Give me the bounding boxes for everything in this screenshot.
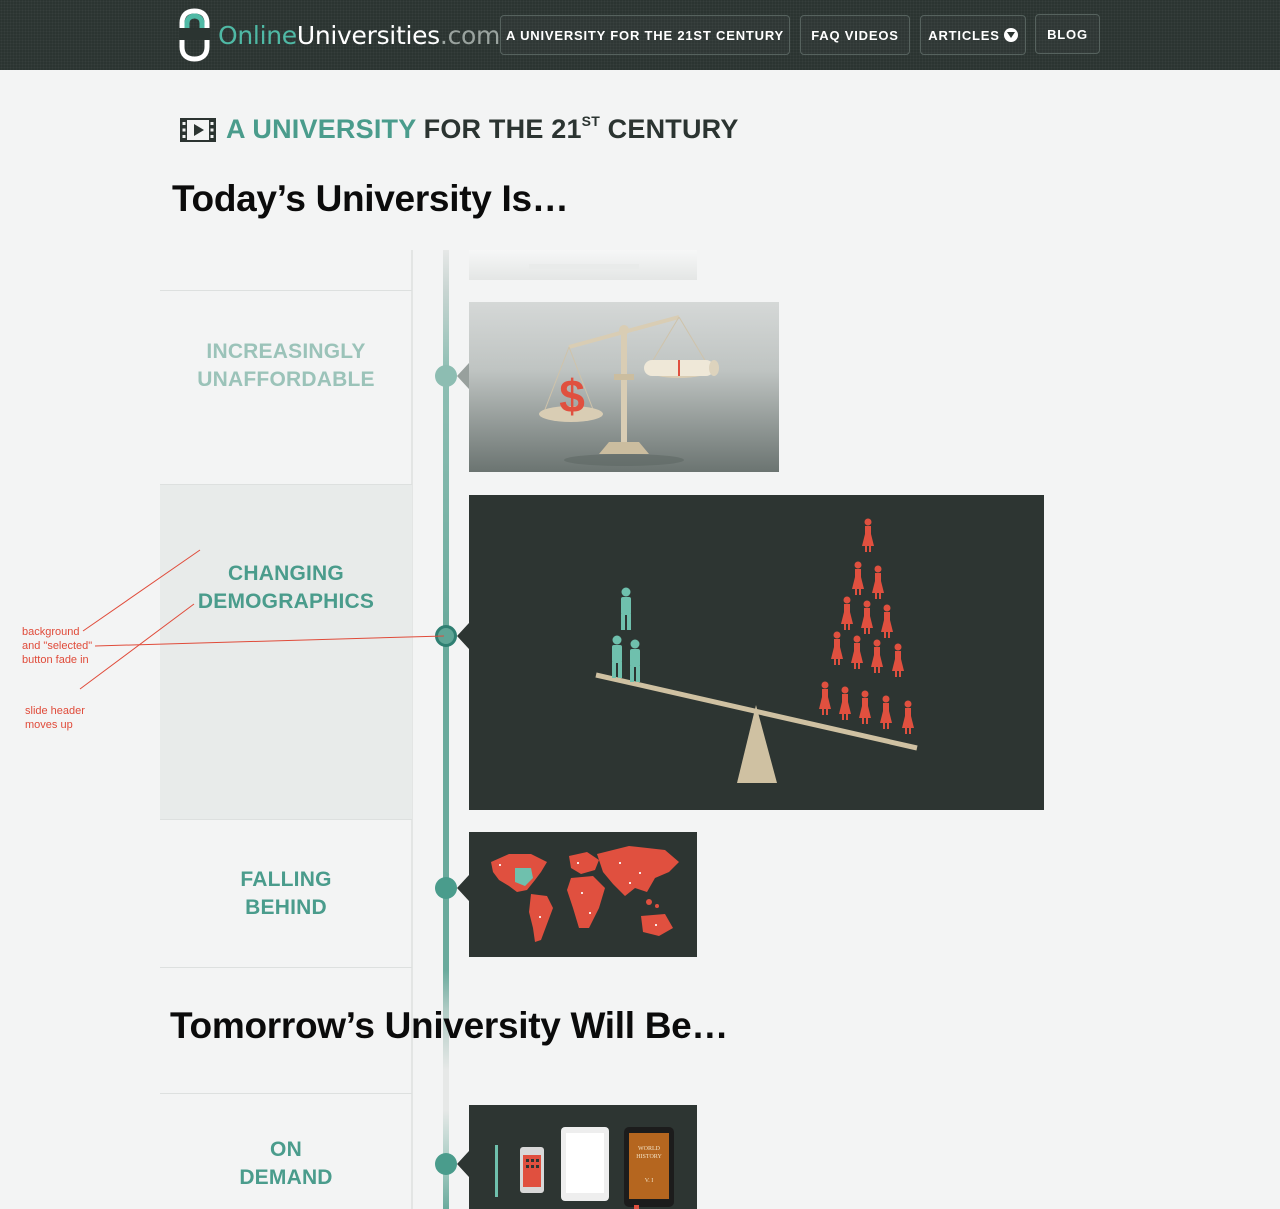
timeline-item-falling-behind[interactable]: FALLING BEHIND <box>160 866 412 922</box>
annotation-background-fade: background and "selected" button fade in <box>22 626 93 666</box>
panel-pointer <box>457 363 469 389</box>
timeline-track <box>443 250 449 1209</box>
illustration-seesaw-demographics <box>469 495 1044 810</box>
timeline-label-line1: CHANGING <box>228 562 344 585</box>
illustration-world-map <box>469 832 697 957</box>
svg-text:$: $ <box>559 370 585 422</box>
film-play-icon <box>180 117 216 142</box>
section-heading-today: Today’s University Is… <box>172 178 569 219</box>
selected-row-background <box>160 484 412 820</box>
timeline-dot[interactable] <box>435 877 457 899</box>
timeline-label-line1: FALLING <box>240 868 332 891</box>
logo-mark-icon <box>179 8 210 62</box>
timeline-dot-selected[interactable] <box>435 625 457 647</box>
timeline-dot[interactable] <box>435 1153 457 1175</box>
nav-articles-dropdown[interactable]: ARTICLES <box>920 15 1026 55</box>
timeline-label-line2: DEMAND <box>239 1166 333 1189</box>
row-divider <box>160 290 412 291</box>
panel-pointer <box>457 623 469 649</box>
timeline-label-line2: DEMOGRAPHICS <box>197 590 375 613</box>
timeline-label-line1: INCREASINGLY <box>206 340 366 363</box>
nav-faq-videos[interactable]: FAQ VIDEOS <box>800 15 910 55</box>
timeline-item-on-demand[interactable]: ON DEMAND <box>160 1136 412 1192</box>
site-logo[interactable]: OnlineUniversities.com <box>179 8 500 62</box>
nav-label: BLOG <box>1047 26 1088 42</box>
illustration-devices-on-demand: WORLD HISTORY V. I <box>469 1105 697 1209</box>
nav-university-21st-century[interactable]: A UNIVERSITY FOR THE 21ST CENTURY <box>500 15 790 55</box>
previous-slide-image-fading <box>469 250 697 280</box>
row-divider <box>160 967 412 968</box>
panel-pointer <box>457 875 469 901</box>
row-divider <box>160 1093 412 1094</box>
scales-illustration-icon: $ <box>539 315 719 466</box>
page-heading: A UNIVERSITY FOR THE 21ST CENTURY <box>226 113 739 144</box>
nav-label: FAQ VIDEOS <box>811 27 899 43</box>
timeline-dot[interactable] <box>435 365 457 387</box>
timeline-item-unaffordable[interactable]: INCREASINGLY UNAFFORDABLE <box>160 338 412 394</box>
top-navigation-bar: OnlineUniversities.com A UNIVERSITY FOR … <box>0 0 1280 70</box>
nav-blog[interactable]: BLOG <box>1035 14 1100 54</box>
panel-pointer <box>457 1151 469 1177</box>
timeline-label-line1: ON <box>270 1138 302 1161</box>
section-heading-tomorrow: Tomorrow’s University Will Be… <box>170 1005 729 1046</box>
timeline-label-line2: UNAFFORDABLE <box>197 368 375 391</box>
nav-label: A UNIVERSITY FOR THE 21ST CENTURY <box>505 27 784 43</box>
world-map-illustration-icon <box>491 846 679 942</box>
timeline-item-demographics-selected[interactable]: CHANGING DEMOGRAPHICS <box>160 560 412 616</box>
book-title: WORLD HISTORY <box>636 1146 662 1160</box>
logo-wordmark: OnlineUniversities.com <box>218 20 501 50</box>
chevron-down-circle-icon <box>1003 28 1018 42</box>
illustration-scales-dollar-diploma: $ <box>469 302 779 472</box>
seesaw-people-illustration-icon <box>595 518 918 783</box>
book-volume: V. I <box>644 1178 654 1184</box>
nav-label: ARTICLES <box>928 27 1000 43</box>
annotation-header-moves: slide header moves up <box>25 705 85 731</box>
timeline-label-line2: BEHIND <box>245 896 327 919</box>
page-title: A UNIVERSITY FOR THE 21ST CENTURY <box>180 113 739 145</box>
